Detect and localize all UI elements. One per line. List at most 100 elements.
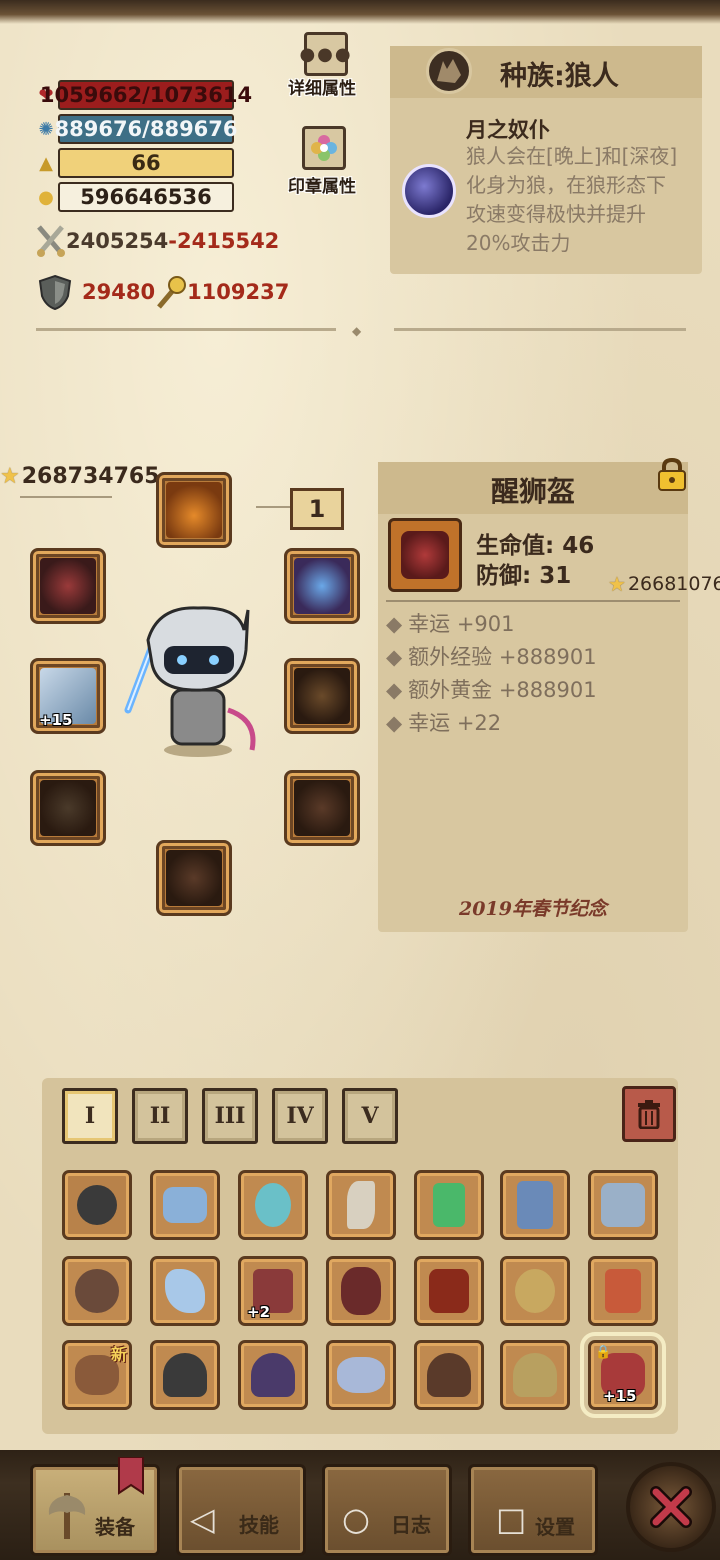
inventory-item[interactable]: +2: [238, 1256, 308, 1326]
inventory-tab-3[interactable]: III: [202, 1088, 258, 1144]
red-greatsword-icon: [605, 1269, 641, 1313]
inventory-item[interactable]: [326, 1256, 396, 1326]
total-score-value: 268734765: [21, 464, 160, 489]
nav-settings-button[interactable]: 设置: [468, 1464, 598, 1556]
attack-row: 2405254 - 2415542: [36, 224, 279, 258]
wolf-emblem-icon: [426, 48, 472, 94]
inventory-item[interactable]: [238, 1340, 308, 1410]
level-row: ▲ 66: [34, 148, 234, 178]
inventory-item[interactable]: 新: [62, 1340, 132, 1410]
top-border: [0, 0, 720, 24]
bullet-icon: ◆: [386, 612, 403, 636]
item-stat-def: 防御: 31: [476, 563, 572, 589]
magic-value: 1109237: [187, 280, 290, 304]
inventory-item[interactable]: [62, 1170, 132, 1240]
swords-icon: [37, 225, 65, 257]
lion-helmet-icon: [388, 518, 462, 592]
chest-armor-icon: [294, 668, 350, 724]
nav-settings-label: 设置: [535, 1515, 575, 1539]
inventory-tab-1[interactable]: I: [62, 1088, 118, 1144]
inventory-item[interactable]: [150, 1340, 220, 1410]
star-icon: ★: [0, 464, 20, 489]
inventory-item[interactable]: [588, 1170, 658, 1240]
level-bar: 66: [58, 148, 234, 178]
inventory-item[interactable]: [414, 1340, 484, 1410]
demon-axe-icon: [341, 1267, 381, 1315]
detail-attributes-label[interactable]: 详细属性: [288, 74, 356, 99]
claw-weapon-icon: [77, 1185, 117, 1225]
weapon-slot[interactable]: +15: [30, 658, 106, 734]
lock-icon[interactable]: [656, 458, 688, 492]
flower-seal-icon: [311, 135, 337, 161]
system-recents-icon[interactable]: □: [496, 1500, 526, 1538]
shoulder-slot[interactable]: [30, 548, 106, 624]
glove-slot[interactable]: [30, 770, 106, 846]
detail-attributes-button[interactable]: ●●●: [299, 32, 351, 76]
system-back-icon[interactable]: ◁: [190, 1500, 215, 1538]
blue-sword-icon: [517, 1181, 553, 1229]
nav-log-label: 日志: [391, 1513, 431, 1537]
affix-4-text: 幸运 +22: [408, 711, 502, 735]
attack-max: 2415542: [177, 229, 280, 253]
affix-3: ◆ 额外黄金 +888901: [386, 674, 597, 704]
mp-bar: 889676/889676: [55, 114, 238, 144]
inventory-item[interactable]: [62, 1256, 132, 1326]
item-stat-hp: 生命值: 46: [476, 533, 595, 559]
inventory-item[interactable]: [500, 1256, 570, 1326]
armor-slot[interactable]: [284, 658, 360, 734]
seal-attributes-button[interactable]: [302, 126, 346, 170]
trash-button[interactable]: [622, 1086, 676, 1142]
inventory-item[interactable]: [500, 1170, 570, 1240]
item-score-value: 26681076: [627, 573, 720, 595]
affix-4: ◆ 幸运 +22: [386, 707, 501, 737]
close-x-icon: [650, 1486, 692, 1528]
inventory-item[interactable]: [326, 1170, 396, 1240]
gold-row: ● 596646536: [34, 182, 234, 212]
inventory-item[interactable]: [500, 1340, 570, 1410]
inventory-item-selected[interactable]: 🔒 +15: [580, 1332, 666, 1418]
dots-icon: ●●●: [299, 43, 353, 65]
item-score: ★ 26681076: [608, 572, 720, 596]
close-button[interactable]: [626, 1462, 716, 1552]
character-avatar: [124, 606, 256, 757]
lion-face-icon: [401, 531, 449, 579]
inventory-item[interactable]: [414, 1170, 484, 1240]
inventory-item[interactable]: [150, 1170, 220, 1240]
inventory-tab-5[interactable]: V: [342, 1088, 398, 1144]
dark-helmet-icon: [251, 1353, 295, 1397]
new-badge: 新: [111, 1345, 128, 1364]
gold-bar: 596646536: [58, 182, 234, 212]
pants-slot[interactable]: [284, 770, 360, 846]
amulet-slot[interactable]: [284, 548, 360, 624]
weapon-plus-badge: +15: [39, 711, 73, 729]
attack-min: 2405254: [66, 229, 169, 253]
winged-bow-icon: [163, 1187, 207, 1223]
attack-sep: -: [168, 229, 178, 253]
helmet-slot[interactable]: [156, 472, 232, 548]
curved-blade-icon: [347, 1181, 375, 1229]
inventory-item[interactable]: [588, 1256, 658, 1326]
inventory-item[interactable]: [150, 1256, 220, 1326]
nav-equip-button[interactable]: 装备: [30, 1457, 160, 1556]
wolf-head-icon: [437, 59, 461, 83]
item-divider: [386, 600, 680, 602]
bullet-icon: ◆: [386, 645, 403, 669]
defense-row: 29480 1109237: [38, 274, 289, 310]
shield-icon: [38, 274, 72, 310]
inventory-item[interactable]: [414, 1256, 484, 1326]
divider-right: [394, 328, 686, 331]
seal-attributes-label[interactable]: 印章属性: [288, 172, 356, 197]
bullet-icon: ◆: [386, 711, 403, 735]
inventory-tab-2[interactable]: II: [132, 1088, 188, 1144]
staff-icon: [255, 1183, 291, 1227]
horned-pauldron-icon: [40, 558, 96, 614]
mp-row: ✺ 889676/889676: [34, 114, 238, 144]
inventory-item[interactable]: [326, 1340, 396, 1410]
boots-slot[interactable]: [156, 840, 232, 916]
inventory-item[interactable]: [238, 1170, 308, 1240]
system-home-icon[interactable]: ○: [342, 1500, 370, 1538]
affix-1: ◆ 幸运 +901: [386, 608, 515, 638]
pumpkin-helmet-icon: [166, 482, 222, 538]
nav-equip-label: 装备: [95, 1515, 135, 1539]
inventory-tab-4[interactable]: IV: [272, 1088, 328, 1144]
